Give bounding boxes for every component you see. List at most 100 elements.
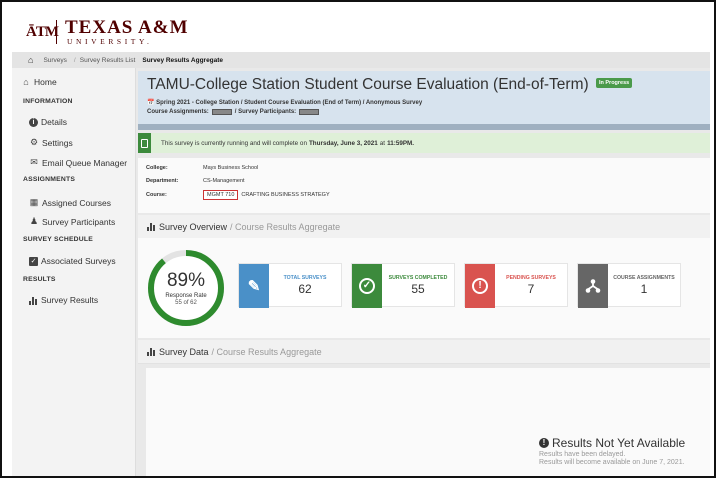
sidebar-item-label: Survey Participants [42, 216, 116, 227]
survey-overview-header: Survey Overview / Course Results Aggrega… [138, 215, 710, 239]
survey-data-title: Survey Data [159, 346, 209, 357]
course-info: College: Mays Business School Department… [138, 158, 710, 213]
survey-meta: 📅 Spring 2021 - College Station / Studen… [147, 99, 422, 106]
sidebar-heading-survey-schedule: SURVEY SCHEDULE [23, 236, 93, 243]
home-icon: ⌂ [23, 77, 29, 87]
sidebar-item-label: Email Queue Manager [42, 157, 128, 168]
brand-divider [56, 20, 57, 44]
sidebar-item-email-queue-manager[interactable]: ✉ Email Queue Manager [29, 157, 127, 168]
response-rate-percent: 89% [166, 270, 206, 291]
sidebar-item-label: Associated Surveys [41, 256, 116, 266]
course-assignments-label: Course Assignments: [147, 109, 209, 115]
stat-card-total-surveys[interactable]: ✎ TOTAL SURVEYS 62 [238, 263, 342, 308]
results-available-date-text: Results will become available on June 7,… [539, 459, 685, 466]
sidebar-item-label: Settings [42, 137, 73, 148]
course-name: CRAFTING BUSINESS STRATEGY [241, 192, 330, 198]
response-rate-gauge: 89% Response Rate 55 of 62 [146, 248, 226, 328]
sidebar-item-home[interactable]: ⌂ Home [21, 77, 57, 87]
brand-bar: ĀTM TEXAS A&M UNIVERSITY. [12, 12, 710, 52]
survey-header: TAMU-College Station Student Course Eval… [138, 71, 710, 130]
sidebar-item-label: Assigned Courses [42, 197, 111, 208]
stat-card-pending-surveys[interactable]: ! PENDING SURVEYS 7 [464, 263, 568, 308]
brand-wordmark[interactable]: TEXAS A&M UNIVERSITY. [65, 16, 189, 46]
breadcrumb: ⌂ Surveys / Survey Results List Survey R… [12, 52, 710, 68]
survey-overview: 89% Response Rate 55 of 62 ✎ TOTAL SURVE… [138, 238, 710, 338]
tamu-logo-icon[interactable]: ĀTM [26, 21, 59, 43]
bar-chart-icon [147, 222, 156, 231]
info-row-course: Course: MGMT 710 CRAFTING BUSINESS STRAT… [146, 190, 330, 200]
sidebar-heading-results: RESULTS [23, 276, 56, 283]
results-not-available: ! Results Not Yet Available Results have… [539, 436, 685, 466]
results-not-available-heading: ! Results Not Yet Available [539, 436, 685, 450]
survey-participants-value [299, 109, 320, 115]
survey-data-subtitle: / Course Results Aggregate [211, 346, 322, 357]
stat-card-course-assignments[interactable]: COURSE ASSIGNMENTS 1 [577, 263, 681, 308]
sidebar-heading-information: INFORMATION [23, 98, 73, 105]
course-assignments-value [211, 109, 232, 115]
stat-value: 55 [411, 282, 425, 296]
department-value: CS-Management [203, 178, 245, 184]
book-icon: ▦ [29, 197, 39, 207]
college-value: Mays Business School [203, 165, 259, 171]
course-code: MGMT 710 [203, 190, 239, 200]
breadcrumb-current: Survey Results Aggregate [142, 56, 224, 64]
course-label: Course: [146, 192, 167, 198]
sidebar-item-label: Home [34, 77, 57, 87]
bar-chart-icon [147, 347, 156, 356]
alert-at: at [379, 139, 386, 147]
brand-name: TEXAS A&M [65, 16, 189, 38]
pencil-icon: ✎ [239, 264, 269, 308]
users-icon: ♟ [29, 216, 39, 226]
envelope-icon: ✉ [30, 157, 38, 167]
college-label: College: [146, 165, 168, 171]
stat-label: TOTAL SURVEYS [283, 275, 327, 281]
breadcrumb-separator: / [73, 56, 76, 64]
survey-running-alert: This survey is currently running and wil… [138, 133, 710, 153]
info-icon: i [29, 117, 38, 127]
sitemap-icon [578, 264, 608, 308]
main-content: TAMU-College Station Student Course Eval… [136, 68, 710, 476]
page-title: TAMU-College Station Student Course Eval… [147, 76, 633, 94]
header-strip [138, 124, 710, 130]
stat-label: SURVEYS COMPLETED [388, 275, 448, 281]
response-rate-label: Response Rate [165, 293, 207, 299]
exclamation-circle-icon: ! [539, 438, 549, 448]
alert-date: Thursday, June 3, 2021 [308, 139, 378, 147]
status-badge: In Progress [595, 77, 633, 88]
sidebar-heading-assignments: ASSIGNMENTS [23, 176, 76, 183]
survey-counts: Course Assignments: / Survey Participant… [147, 109, 322, 115]
results-not-available-title: Results Not Yet Available [552, 436, 686, 450]
breadcrumb-surveys[interactable]: Surveys [43, 57, 66, 64]
clipboard-icon [138, 133, 151, 153]
page-frame: ĀTM TEXAS A&M UNIVERSITY. ⌂ Surveys / Su… [0, 0, 716, 478]
bar-chart-icon [29, 296, 38, 305]
overview-subtitle: / Course Results Aggregate [230, 221, 341, 232]
sidebar-item-details[interactable]: i Details [29, 117, 67, 127]
breadcrumb-survey-results-list[interactable]: Survey Results List [80, 57, 136, 64]
response-rate-detail: 55 of 62 [175, 300, 197, 306]
stat-label: COURSE ASSIGNMENTS [613, 275, 675, 281]
info-row-department: Department: CS-Management [146, 178, 245, 184]
gear-icon: ⚙ [29, 137, 39, 147]
alert-text: This survey is currently running and wil… [161, 139, 307, 147]
department-label: Department: [146, 178, 179, 184]
alert-time: 11:59PM. [387, 139, 415, 147]
sidebar-item-label: Survey Results [41, 295, 99, 305]
sidebar-item-survey-results[interactable]: Survey Results [29, 295, 98, 305]
sidebar-item-assigned-courses[interactable]: ▦ Assigned Courses [29, 197, 111, 208]
sidebar: ⌂ Home INFORMATION i Details ⚙ Settings … [12, 68, 136, 476]
sitemap-glyph [585, 279, 601, 293]
stat-card-surveys-completed[interactable]: ✓ SURVEYS COMPLETED 55 [351, 263, 455, 308]
survey-meta-text: Spring 2021 - College Station / Student … [156, 100, 423, 106]
stat-label: PENDING SURVEYS [506, 275, 556, 281]
stat-value: 1 [640, 282, 648, 296]
sidebar-item-survey-participants[interactable]: ♟ Survey Participants [29, 216, 115, 227]
stat-value: 62 [298, 282, 312, 296]
survey-data-header: Survey Data / Course Results Aggregate [138, 340, 710, 364]
home-icon[interactable]: ⌂ [28, 55, 33, 65]
overview-title: Survey Overview [159, 221, 228, 232]
sidebar-item-associated-surveys[interactable]: ✓ Associated Surveys [29, 256, 116, 266]
survey-participants-label: / Survey Participants: [234, 109, 297, 115]
info-row-college: College: Mays Business School [146, 165, 258, 171]
sidebar-item-settings[interactable]: ⚙ Settings [29, 137, 73, 148]
